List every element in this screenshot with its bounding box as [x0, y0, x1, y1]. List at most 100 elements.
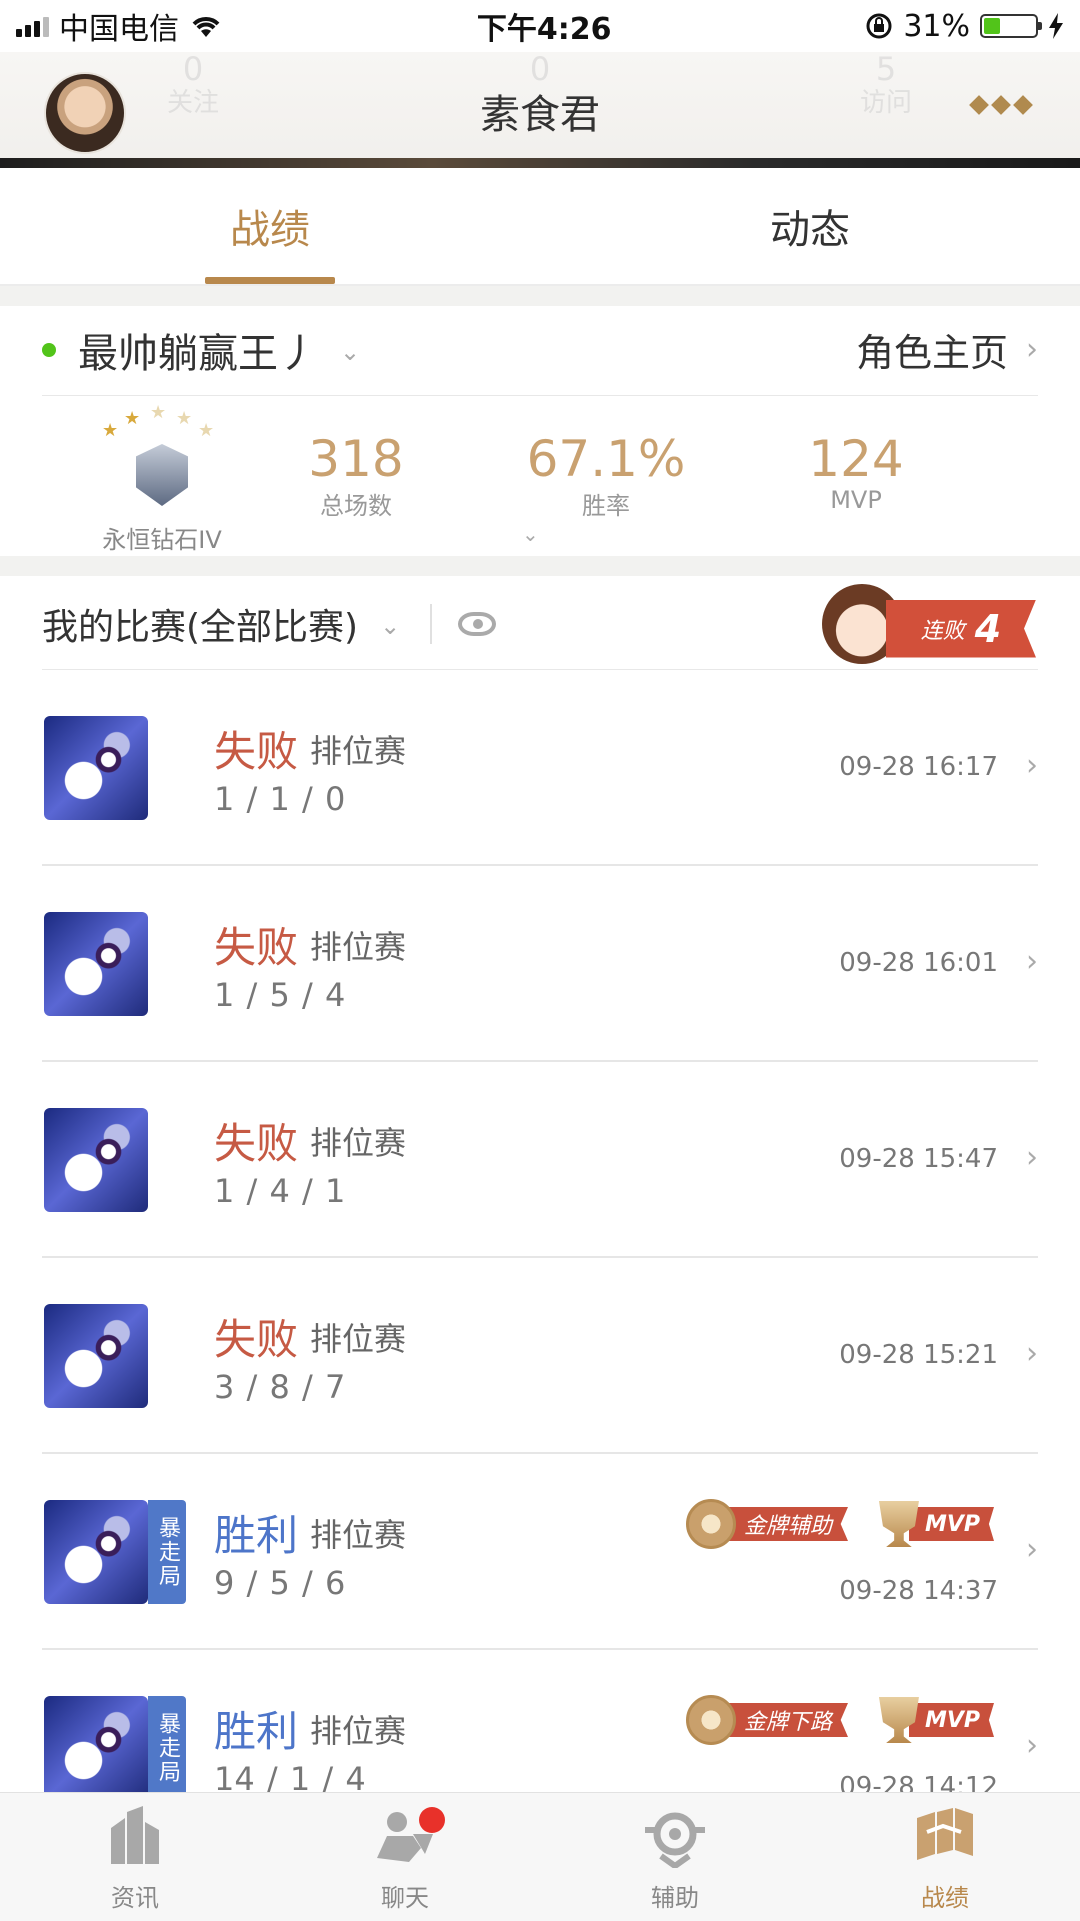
hero-avatar	[44, 716, 148, 820]
battery-percent: 31%	[903, 8, 970, 44]
tab-feed[interactable]: 动态	[540, 168, 1080, 284]
streak-count: 4	[974, 606, 1002, 651]
battery-icon	[980, 14, 1042, 38]
stat-label: 总场数	[320, 492, 392, 520]
carrier-label: 中国电信	[59, 12, 179, 47]
nav-label: 资讯	[111, 1884, 159, 1912]
nav-label: 聊天	[381, 1884, 429, 1912]
vertical-divider	[430, 603, 433, 644]
medal-icon	[685, 1499, 736, 1549]
rotation-lock-icon	[866, 13, 892, 39]
chevron-right-icon: ›	[1026, 944, 1038, 979]
match-kda: 3 / 8 / 7	[214, 1368, 346, 1406]
role-homepage-link[interactable]: 角色主页 ›	[856, 322, 1038, 377]
stat-value: 124	[808, 430, 904, 488]
header-banner-strip	[0, 158, 1080, 168]
account-name[interactable]: 最帅躺赢王丿	[78, 321, 318, 379]
award-label: 金牌辅助	[725, 1507, 848, 1541]
match-filter-dropdown[interactable]: 我的比赛(全部比赛)	[42, 598, 358, 650]
account-row: 最帅躺赢王丿 ⌄ 角色主页 ›	[42, 304, 1038, 396]
match-result: 失败	[214, 923, 299, 972]
more-button[interactable]	[969, 95, 1033, 115]
ghost-stat-value: 5	[875, 50, 897, 88]
ghost-stat-value: 0	[182, 50, 204, 88]
signal-icon	[16, 15, 49, 37]
mvp-badge: MVP	[878, 1496, 994, 1552]
match-time: 09-28 14:37	[839, 1576, 998, 1606]
rank-stars-icon: ★ ★ ★ ★ ★	[102, 402, 215, 441]
diamond-rank-icon	[136, 444, 188, 506]
match-kda: 1 / 4 / 1	[214, 1172, 346, 1210]
match-mode: 排位赛	[310, 1516, 407, 1554]
nav-label: 战绩	[921, 1884, 969, 1912]
match-result: 胜利	[214, 1511, 299, 1560]
nav-chat[interactable]: 聊天	[270, 1793, 540, 1921]
section-divider	[0, 286, 1080, 306]
match-mode: 排位赛	[310, 732, 407, 770]
more-dot-icon	[1013, 95, 1033, 115]
chevron-down-icon[interactable]: ⌄	[340, 338, 360, 366]
losing-streak-banner: 连败 4	[822, 583, 1038, 664]
charging-icon	[1049, 13, 1063, 39]
stats-row: ★ ★ ★ ★ ★ 永恒钻石IV 318 总场数 67.1% 胜率 124 MV…	[42, 398, 1038, 558]
wifi-icon	[192, 17, 220, 37]
match-row[interactable]: 失败 排位赛 1 / 4 / 1 09-28 15:47 ›	[42, 1062, 1038, 1258]
chevron-right-icon: ›	[1026, 332, 1038, 367]
match-time: 09-28 16:17	[839, 752, 998, 782]
expand-stats-icon[interactable]: ⌄	[522, 522, 539, 546]
rank-badge[interactable]: ★ ★ ★ ★ ★ 永恒钻石IV	[102, 402, 222, 554]
match-row[interactable]: 失败 排位赛 1 / 1 / 0 09-28 16:17 ›	[42, 670, 1038, 866]
match-time: 09-28 15:21	[839, 1340, 998, 1370]
eye-icon[interactable]	[458, 611, 497, 636]
ghost-stat-value: 0	[529, 50, 551, 88]
tab-bar: 战绩 动态	[0, 168, 1080, 286]
profile-header: 0 关注 0 5 访问 素食君	[0, 52, 1080, 168]
mvp-badge: MVP	[878, 1692, 994, 1748]
nav-news[interactable]: 资讯	[0, 1793, 270, 1921]
streak-ribbon: 连败 4	[886, 599, 1036, 658]
chevron-down-icon[interactable]: ⌄	[380, 612, 400, 640]
clock: 下午4:26	[476, 12, 612, 47]
match-result: 胜利	[214, 1707, 299, 1756]
match-result: 失败	[214, 1119, 299, 1168]
match-row[interactable]: 失败 排位赛 3 / 8 / 7 09-28 15:21 ›	[42, 1258, 1038, 1454]
matches-header: 我的比赛(全部比赛) ⌄ 连败 4	[42, 578, 1038, 670]
news-icon	[111, 1806, 159, 1864]
match-row[interactable]: 失败 排位赛 1 / 5 / 4 09-28 16:01 ›	[42, 866, 1038, 1062]
status-left: 中国电信	[16, 4, 223, 48]
chevron-right-icon: ›	[1026, 1728, 1038, 1763]
chevron-right-icon: ›	[1026, 748, 1038, 783]
match-kda: 1 / 5 / 4	[214, 976, 346, 1014]
rank-label: 永恒钻石IV	[102, 526, 222, 554]
status-bar: 中国电信 下午4:26 31%	[0, 0, 1080, 52]
nav-record[interactable]: 战绩	[810, 1793, 1080, 1921]
hero-avatar	[44, 1500, 148, 1604]
ghost-stat-middle: 0	[480, 52, 600, 86]
match-mode: 排位赛	[310, 1320, 407, 1358]
section-divider	[0, 556, 1080, 576]
match-result: 失败	[214, 1315, 299, 1364]
online-status-icon	[42, 342, 56, 357]
stat-total-games: 318 总场数	[256, 432, 456, 521]
hero-avatar	[44, 1696, 148, 1800]
nav-assist[interactable]: 辅助	[540, 1793, 810, 1921]
rampage-tag: 暴走局	[148, 1500, 186, 1604]
assist-icon	[645, 1812, 705, 1868]
stat-label: 胜率	[582, 492, 630, 520]
battery-level	[984, 18, 1000, 34]
match-row[interactable]: 暴走局 胜利 排位赛 9 / 5 / 6 09-28 14:37 金牌辅助 MVP ›	[42, 1454, 1038, 1650]
mvp-label: MVP	[908, 1507, 994, 1541]
medal-icon	[685, 1695, 736, 1745]
hero-avatar	[44, 1304, 148, 1408]
stat-label: MVP	[830, 486, 882, 514]
gold-award-badge: 金牌下路	[685, 1692, 848, 1748]
stat-win-rate: 67.1% 胜率	[506, 432, 706, 521]
record-icon	[917, 1808, 973, 1860]
match-result: 失败	[214, 727, 299, 776]
more-dot-icon	[991, 95, 1011, 115]
match-time: 09-28 16:01	[839, 948, 998, 978]
chevron-right-icon: ›	[1026, 1140, 1038, 1175]
tab-record[interactable]: 战绩	[0, 168, 540, 284]
page-title: 素食君	[480, 92, 600, 138]
stat-mvp: 124 MVP	[756, 432, 956, 514]
